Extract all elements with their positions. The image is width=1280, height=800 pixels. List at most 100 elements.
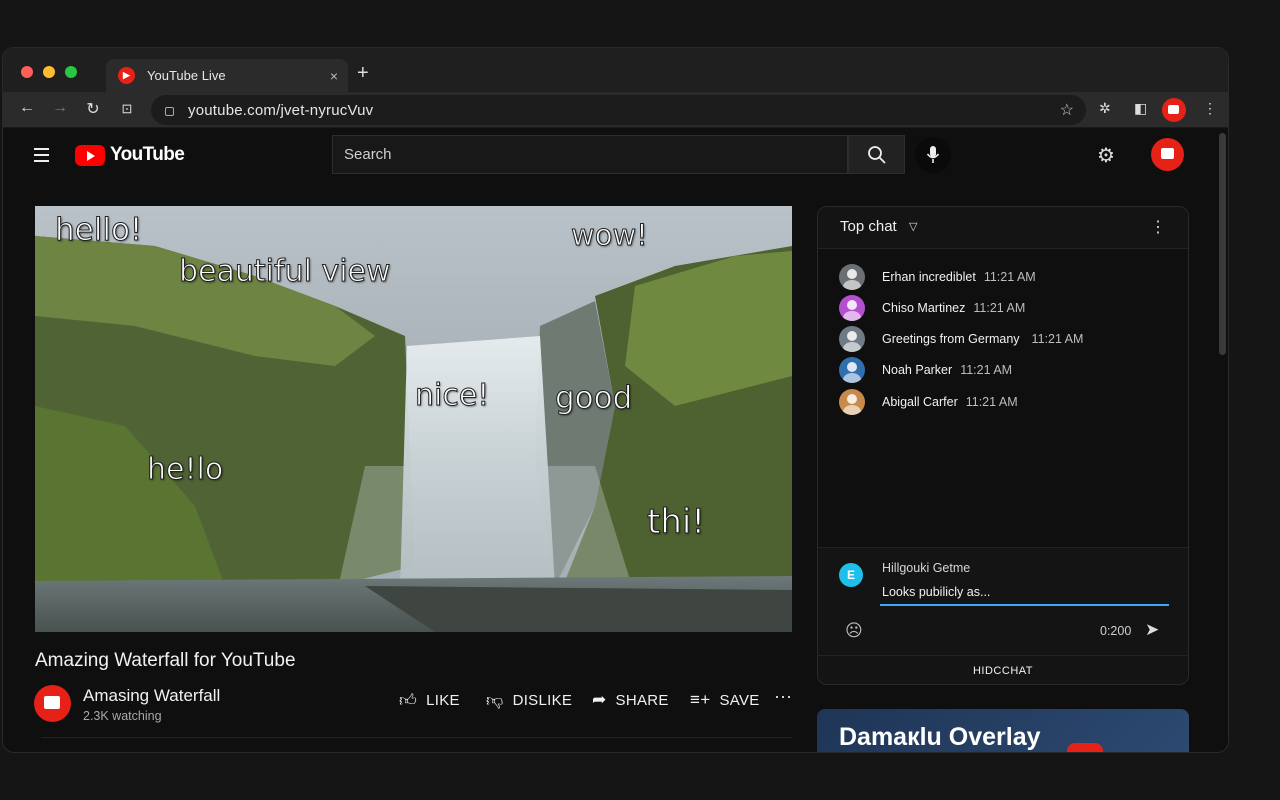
- save-label: SAVE: [719, 691, 760, 709]
- side-panel-icon[interactable]: ◧: [1134, 100, 1147, 117]
- browser-toolbar: ← → ↻ ⊡ youtube.com/jvet-nyrucVuv ☆ ✲ ◧ …: [3, 92, 1228, 128]
- hide-chat-button[interactable]: HIDCCHAT: [818, 655, 1188, 684]
- chevron-down-icon[interactable]: ▽: [909, 220, 917, 233]
- overlay-comment: good: [554, 380, 633, 417]
- browser-menu-icon[interactable]: ⋮: [1203, 100, 1217, 117]
- voice-search-button[interactable]: [915, 137, 951, 173]
- reload-icon[interactable]: ↻: [82, 99, 104, 119]
- my-avatar: E: [839, 563, 863, 587]
- more-actions-icon[interactable]: ⋯: [774, 687, 792, 708]
- thumbs-down-icon: 👎︎: [486, 691, 504, 710]
- message-time: 11:21 AM: [1031, 332, 1084, 346]
- youtube-favicon-icon: ▶: [118, 67, 135, 84]
- save-button[interactable]: ≡+ SAVE: [690, 690, 760, 710]
- browser-window: ▶ YouTube Live × + ← → ↻ ⊡ youtube.com/j…: [2, 47, 1229, 753]
- dislike-label: DISLIKE: [512, 692, 573, 709]
- chat-header: Top chat ▽ ⋮: [818, 207, 1188, 249]
- search-icon: [867, 145, 886, 164]
- tab-title: YouTube Live: [147, 68, 226, 83]
- message-author[interactable]: Greetings from Germany: [882, 332, 1020, 346]
- message-author[interactable]: Chiso Martinez: [882, 301, 965, 315]
- url-text: youtube.com/jvet-nyrucVuv: [188, 101, 374, 119]
- user-avatar[interactable]: [839, 264, 865, 290]
- divider: [41, 737, 792, 738]
- chat-options-icon[interactable]: ⋮: [1150, 217, 1166, 237]
- logo-text: YouTube: [110, 144, 185, 165]
- back-icon[interactable]: ←: [16, 99, 38, 117]
- window-controls: [21, 66, 77, 78]
- overlay-comment: beautiful view: [179, 254, 392, 290]
- youtube-logo[interactable]: YouTube: [75, 144, 185, 166]
- chat-message: Greetings from Germany 11:21 AM: [839, 326, 1083, 352]
- channel-name[interactable]: Amasing Waterfall: [83, 686, 220, 706]
- extensions-icon[interactable]: ✲: [1099, 100, 1111, 117]
- chat-message-list: Erhan incrediblet 11:21 AM Chiso Martine…: [818, 249, 1188, 547]
- viewer-count: 2.3K watching: [83, 709, 162, 723]
- search-button[interactable]: [848, 135, 905, 174]
- chat-message-input[interactable]: Looks pubilicly as...: [882, 585, 990, 599]
- chat-mode-dropdown[interactable]: Top chat: [840, 218, 897, 235]
- page-scrollbar[interactable]: [1215, 129, 1228, 752]
- lock-icon: [165, 106, 174, 116]
- settings-gear-icon[interactable]: ⚙: [1097, 143, 1115, 168]
- minimize-window-button[interactable]: [43, 66, 55, 78]
- my-name: Hillgouki Getme: [882, 561, 971, 575]
- youtube-play-icon: [75, 144, 105, 166]
- overlay-comment: hello!: [54, 212, 143, 249]
- forward-icon[interactable]: →: [49, 99, 71, 117]
- bookmark-star-icon[interactable]: ☆: [1060, 100, 1074, 120]
- microphone-icon: [926, 146, 940, 163]
- tab-strip: ▶ YouTube Live × +: [3, 48, 1228, 92]
- chat-composer: E Hillgouki Getme Looks pubilicly as... …: [818, 547, 1188, 655]
- maximize-window-button[interactable]: [65, 66, 77, 78]
- menu-icon[interactable]: [34, 148, 49, 166]
- waterfall-video-frame: [35, 206, 792, 632]
- dislike-button[interactable]: 👎︎ DISLIKE: [486, 690, 572, 711]
- chat-message: Erhan incrediblet 11:21 AM: [839, 264, 1036, 290]
- user-avatar[interactable]: [839, 389, 865, 415]
- share-icon: ➦: [592, 690, 607, 709]
- address-bar[interactable]: youtube.com/jvet-nyrucVuv ☆: [151, 95, 1086, 125]
- close-window-button[interactable]: [21, 66, 33, 78]
- chat-message: Chiso Martinez 11:21 AM: [839, 295, 1025, 321]
- input-focus-underline: [880, 604, 1169, 606]
- user-avatar[interactable]: [839, 326, 865, 352]
- overlay-promo-card[interactable]: Damaкlu Overlay: [817, 709, 1189, 752]
- search-input[interactable]: Search: [332, 135, 848, 174]
- promo-logo-icon: [1067, 743, 1103, 752]
- user-avatar[interactable]: [839, 357, 865, 383]
- promo-title: Damaкlu Overlay: [839, 723, 1041, 751]
- overlay-comment: wow!: [571, 218, 649, 253]
- overlay-comment: he!lo: [146, 452, 224, 488]
- chat-message: Abigall Carfer 11:21 AM: [839, 389, 1018, 415]
- like-button[interactable]: 👍︎ LIKE: [399, 690, 460, 711]
- send-icon[interactable]: ➤: [1145, 620, 1159, 640]
- browser-tab[interactable]: ▶ YouTube Live ×: [106, 59, 348, 92]
- video-player[interactable]: hello! wow! beautiful view nice! good he…: [35, 206, 792, 632]
- share-button[interactable]: ➦ SHARE: [592, 690, 669, 710]
- chat-message: Noah Parker 11:21 AM: [839, 357, 1012, 383]
- account-avatar[interactable]: [1151, 138, 1184, 171]
- overlay-comment: nice!: [414, 378, 490, 414]
- emoji-icon[interactable]: ☹: [845, 621, 863, 641]
- youtube-header: YouTube Search ⚙: [3, 129, 1215, 181]
- message-time: 11:21 AM: [973, 301, 1026, 315]
- channel-avatar[interactable]: [34, 685, 71, 722]
- like-label: LIKE: [426, 692, 460, 709]
- message-time: 11:21 AM: [965, 395, 1018, 409]
- share-label: SHARE: [615, 691, 669, 709]
- user-avatar[interactable]: [839, 295, 865, 321]
- new-tab-button[interactable]: +: [357, 62, 369, 85]
- extension-overlay-icon[interactable]: [1162, 98, 1186, 122]
- thumbs-up-icon: 👍︎: [399, 691, 418, 710]
- add-to-playlist-icon: ≡+: [690, 690, 711, 709]
- character-counter: 0:200: [1100, 624, 1132, 638]
- tab-close-icon[interactable]: ×: [330, 68, 338, 84]
- site-info-icon[interactable]: ⊡: [116, 101, 138, 117]
- scrollbar-thumb[interactable]: [1219, 133, 1226, 355]
- message-author[interactable]: Noah Parker: [882, 363, 952, 377]
- message-author[interactable]: Abigall Carfer: [882, 395, 958, 409]
- message-author[interactable]: Erhan incrediblet: [882, 270, 976, 284]
- message-time: 11:21 AM: [983, 270, 1036, 284]
- overlay-comment: thi!: [647, 502, 706, 543]
